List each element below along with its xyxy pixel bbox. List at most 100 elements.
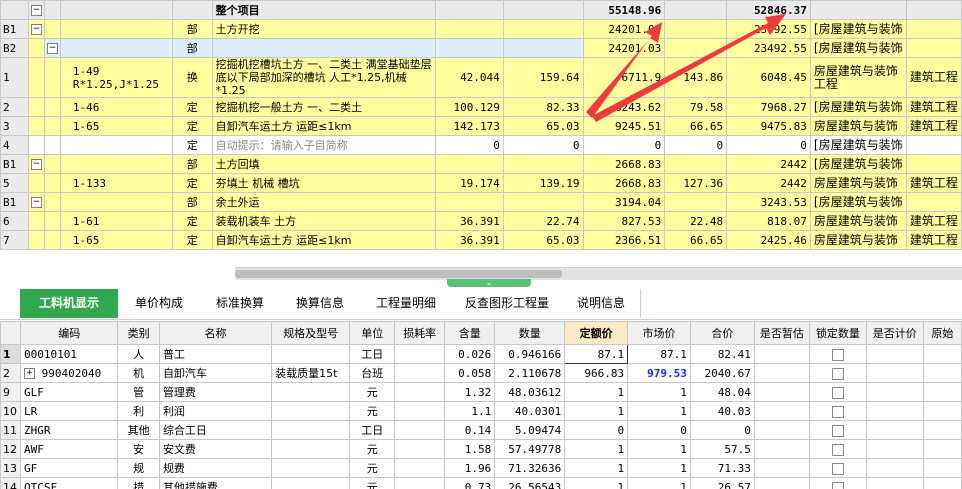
loss-cell[interactable] — [394, 420, 446, 440]
project-row[interactable]: B1− 部余土外运 3194.04 3243.53 [房屋建筑与装饰 — [0, 192, 962, 212]
column-header[interactable]: 数量 — [494, 321, 566, 345]
column-header[interactable]: 市场价 — [627, 321, 691, 345]
code-cell[interactable]: + 990402040 — [19, 363, 119, 383]
quota-price-cell[interactable]: 87.1 — [564, 344, 629, 364]
value-c5[interactable]: 66.65 — [664, 116, 728, 136]
type-cell[interactable]: 定 — [171, 97, 213, 117]
type-cell[interactable]: 部 — [171, 192, 213, 212]
value-c5[interactable] — [664, 19, 728, 39]
value-q[interactable]: 42.044 — [434, 57, 504, 98]
code-cell[interactable]: GF — [19, 458, 119, 478]
market-price-cell[interactable]: 87.1 — [627, 344, 691, 364]
category-cell[interactable]: 人 — [117, 344, 160, 364]
value-p[interactable] — [502, 38, 584, 58]
name-cell[interactable]: 挖掘机挖槽坑土方 一、二类土 满堂基础垫层底以下局部加深的槽坑 人工*1.25,… — [211, 57, 436, 98]
column-header[interactable]: 编码 — [19, 321, 119, 345]
name-cell[interactable]: 土方开挖 — [211, 19, 436, 39]
code-cell[interactable]: 1-46 — [59, 97, 173, 117]
code-cell[interactable]: 1-61 — [59, 211, 173, 231]
quantity-cell[interactable]: 40.0301 — [494, 401, 566, 421]
code-cell[interactable] — [59, 135, 173, 155]
name-cell[interactable]: 土方回填 — [211, 154, 436, 174]
specialty-cell[interactable] — [905, 154, 962, 174]
value-q[interactable] — [434, 0, 504, 20]
value-p[interactable] — [502, 19, 584, 39]
column-header[interactable] — [0, 321, 21, 345]
project-row[interactable]: 7 1-65 定自卸汽车运土方 运距≤1km 36.391 65.03 2366.51 66… — [0, 230, 962, 250]
quota-price-cell[interactable]: 0 — [564, 420, 629, 440]
value-c5[interactable]: 22.48 — [664, 211, 728, 231]
priced-cell[interactable] — [865, 477, 924, 489]
project-row[interactable]: − 整个项目 55148.96 52846.37 — [0, 0, 962, 20]
value-p[interactable]: 65.03 — [502, 230, 584, 250]
tab-4[interactable]: 工程量明细 — [360, 289, 453, 318]
value-p[interactable]: 82.33 — [502, 97, 584, 117]
unit-cell[interactable]: 元 — [349, 458, 396, 478]
unit-cell[interactable]: 元 — [349, 477, 396, 489]
column-header[interactable]: 是否暂估 — [753, 321, 811, 345]
spec-cell[interactable] — [271, 382, 351, 402]
value-p[interactable]: 65.03 — [502, 116, 584, 136]
total-cell[interactable]: 2040.67 — [689, 363, 755, 383]
original-cell[interactable] — [922, 382, 962, 402]
value-c6[interactable]: 23492.55 — [726, 19, 811, 39]
original-cell[interactable] — [922, 363, 962, 383]
lock-qty-cell[interactable] — [809, 439, 867, 459]
value-total[interactable]: 2668.83 — [582, 154, 666, 174]
project-row[interactable]: 3 1-65 定自卸汽车运土方 运距≤1km 142.173 65.03 9245.51 6… — [0, 116, 962, 136]
expand-icon[interactable]: + — [24, 368, 35, 379]
value-c6[interactable]: 3243.53 — [726, 192, 811, 212]
value-total[interactable]: 2668.83 — [582, 173, 666, 193]
quantity-cell[interactable]: 48.03612 — [494, 382, 566, 402]
table-row[interactable]: 9 GLF 管管理费元 1.32 48.03612 1 1 48.04 — [0, 382, 962, 402]
name-cell[interactable]: 自动提示：请输入子目简称 — [211, 135, 436, 155]
lock-checkbox[interactable] — [831, 405, 844, 418]
code-cell[interactable] — [59, 38, 173, 58]
name-cell[interactable]: 综合工日 — [158, 420, 273, 440]
value-total[interactable]: 0 — [582, 135, 666, 155]
specialty-cell[interactable] — [905, 38, 962, 58]
type-cell[interactable]: 定 — [171, 116, 213, 136]
type-cell[interactable]: 换 — [171, 57, 213, 98]
loss-cell[interactable] — [394, 458, 446, 478]
project-row[interactable]: 6 1-61 定装载机装车 土方 36.391 22.74 827.53 22.48 818.… — [0, 211, 962, 231]
value-p[interactable] — [502, 154, 584, 174]
lock-qty-cell[interactable] — [809, 420, 867, 440]
name-cell[interactable]: 管理费 — [158, 382, 273, 402]
value-c6[interactable]: 7968.27 — [726, 97, 811, 117]
unit-cell[interactable]: 工日 — [349, 344, 396, 364]
lock-checkbox[interactable] — [831, 481, 844, 489]
unit-cell[interactable]: 元 — [349, 439, 396, 459]
original-cell[interactable] — [922, 401, 962, 421]
name-cell[interactable]: 余土外运 — [211, 192, 436, 212]
provisional-cell[interactable] — [753, 458, 811, 478]
market-price-cell[interactable]: 0 — [627, 420, 691, 440]
value-q[interactable]: 0 — [434, 135, 504, 155]
value-q[interactable]: 36.391 — [434, 211, 504, 231]
spec-cell[interactable]: 装载质量15t — [271, 363, 351, 383]
lock-checkbox[interactable] — [831, 348, 844, 361]
column-header[interactable]: 名称 — [158, 321, 273, 345]
lock-qty-cell[interactable] — [809, 344, 867, 364]
collapse-icon[interactable]: − — [46, 43, 58, 54]
panel-splitter-handle[interactable]: ⌄ — [447, 279, 531, 287]
row-number[interactable]: 12 — [0, 439, 21, 459]
code-cell[interactable]: AWF — [19, 439, 119, 459]
table-row[interactable]: 10 LR 利利润元 1.1 40.0301 1 1 40.03 — [0, 401, 962, 421]
value-p[interactable] — [502, 0, 584, 20]
total-cell[interactable]: 82.41 — [689, 344, 755, 364]
column-header[interactable]: 原始 — [922, 321, 962, 345]
lock-checkbox[interactable] — [831, 367, 844, 380]
provisional-cell[interactable] — [753, 420, 811, 440]
table-row[interactable]: 12 AWF 安安文费元 1.58 57.49778 1 1 57.5 — [0, 439, 962, 459]
specialty-cell[interactable] — [905, 135, 962, 155]
name-cell[interactable] — [211, 38, 436, 58]
name-cell[interactable]: 装载机装车 土方 — [211, 211, 436, 231]
name-cell[interactable]: 自卸汽车运土方 运距≤1km — [211, 230, 436, 250]
value-total[interactable]: 24201.03 — [582, 19, 666, 39]
original-cell[interactable] — [922, 458, 962, 478]
horizontal-scrollbar[interactable] — [235, 267, 962, 280]
tab-1[interactable]: 单价构成 — [118, 289, 201, 318]
value-p[interactable]: 139.19 — [502, 173, 584, 193]
code-cell[interactable]: 00010101 — [19, 344, 119, 364]
